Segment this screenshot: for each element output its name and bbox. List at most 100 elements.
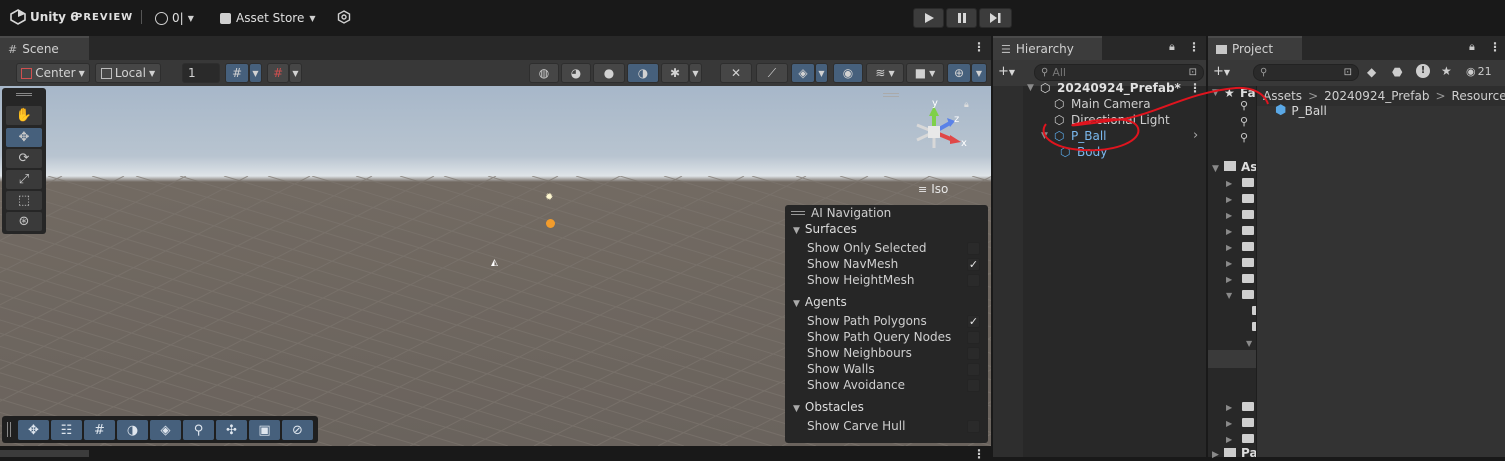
overlay-tool-button[interactable]: ◈ bbox=[150, 420, 181, 440]
drag-handle-icon[interactable] bbox=[16, 93, 32, 96]
search-options-icon[interactable]: ⊡ bbox=[1344, 67, 1352, 78]
play-button[interactable] bbox=[913, 8, 944, 28]
overlay-tool-button[interactable]: ✥ bbox=[18, 420, 49, 440]
project-search-input[interactable]: ⚲ ⊡ bbox=[1253, 64, 1359, 81]
gizmos-button[interactable]: ⊕ bbox=[947, 63, 971, 83]
toggle-lighting-button[interactable]: ⟋ bbox=[756, 63, 788, 83]
camera-gizmo-icon[interactable]: ◭ bbox=[491, 259, 501, 268]
kebab-menu-icon[interactable]: ⋮ bbox=[973, 40, 985, 54]
tab-project[interactable]: Project bbox=[1208, 36, 1302, 60]
drag-handle-icon[interactable] bbox=[7, 422, 11, 437]
layers-dropdown[interactable]: ≋ ▼ bbox=[866, 63, 904, 83]
nav-option-row[interactable]: Show NavMesh ✓ bbox=[785, 257, 987, 273]
camera-settings-dropdown[interactable]: ■ ▼ bbox=[906, 63, 944, 83]
nav-section-agents[interactable]: ▼ Agents bbox=[793, 295, 847, 309]
nav-option-row[interactable]: Show Carve Hull bbox=[785, 419, 987, 435]
nav-option-checkbox[interactable] bbox=[967, 347, 980, 360]
chevron-right-icon[interactable]: ▶ bbox=[1226, 259, 1232, 268]
grid-visibility-button[interactable]: # bbox=[225, 63, 249, 83]
light-gizmo-icon[interactable]: ✹ bbox=[545, 193, 555, 203]
chevron-right-icon[interactable]: ▶ bbox=[1226, 275, 1232, 284]
kebab-menu-icon[interactable]: ⋮ bbox=[973, 447, 985, 461]
scene-visibility-button[interactable]: ◉ bbox=[833, 63, 863, 83]
unlit-draw-mode-button[interactable]: ◑ bbox=[627, 63, 659, 83]
hand-tool-button[interactable]: ✋ bbox=[6, 106, 42, 125]
nav-option-row[interactable]: Show Only Selected bbox=[785, 241, 987, 257]
kebab-menu-icon[interactable]: ⋮ bbox=[1188, 40, 1200, 54]
ball-object[interactable] bbox=[546, 219, 555, 228]
nav-option-checkbox[interactable]: ✓ bbox=[967, 258, 980, 271]
effects-dropdown[interactable]: ▼ bbox=[815, 63, 828, 83]
chevron-right-icon[interactable]: ▶ bbox=[1226, 179, 1232, 188]
kebab-menu-icon[interactable]: ⋮ bbox=[1489, 40, 1501, 54]
nav-option-checkbox[interactable] bbox=[967, 274, 980, 287]
chevron-right-icon[interactable]: ▶ bbox=[1226, 403, 1232, 412]
favorite-star-icon[interactable]: ★ bbox=[1441, 64, 1452, 78]
overlay-tool-button[interactable]: ◑ bbox=[117, 420, 148, 440]
chevron-down-icon[interactable]: ▼ bbox=[1246, 339, 1252, 348]
projection-toggle[interactable]: ≡ Iso bbox=[918, 182, 948, 196]
grid-dropdown[interactable]: ▼ bbox=[249, 63, 262, 83]
rect-tool-button[interactable]: ⬚ bbox=[6, 191, 42, 210]
assets-folder-label[interactable]: As bbox=[1241, 160, 1257, 174]
snap-dropdown[interactable]: ▼ bbox=[289, 63, 302, 83]
scale-tool-button[interactable]: ⤢ bbox=[6, 170, 42, 189]
wireframe-shading-button[interactable]: ◍ bbox=[529, 63, 559, 83]
increment-snap-button[interactable]: # bbox=[267, 63, 289, 83]
rotate-tool-button[interactable]: ⟳ bbox=[6, 149, 42, 168]
hidden-packages-toggle[interactable]: ◉ 21 bbox=[1466, 65, 1492, 78]
step-button[interactable] bbox=[979, 8, 1012, 28]
overlay-tool-button[interactable]: ▣ bbox=[249, 420, 280, 440]
selected-folder-row[interactable] bbox=[1208, 350, 1256, 368]
overlay-tool-button[interactable]: ⚲ bbox=[183, 420, 214, 440]
nav-option-checkbox[interactable] bbox=[967, 331, 980, 344]
chevron-down-icon[interactable]: ▼ bbox=[1226, 291, 1232, 300]
pivot-space-dropdown[interactable]: Local ▼ bbox=[95, 63, 161, 83]
create-asset-button[interactable]: +▼ bbox=[1213, 64, 1230, 79]
scene-viewport[interactable]: ✋ ✥ ⟳ ⤢ ⬚ ⊛ ✹ ◭ y z x 🔒︎ ≡ Iso AI Naviga… bbox=[0, 86, 991, 446]
overlay-tool-button[interactable]: # bbox=[84, 420, 115, 440]
account-button[interactable]: 0| ▼ bbox=[155, 9, 205, 27]
nav-option-row[interactable]: Show Path Polygons ✓ bbox=[785, 314, 987, 330]
nav-option-row[interactable]: Show Avoidance bbox=[785, 378, 987, 394]
pivot-mode-dropdown[interactable]: Center ▼ bbox=[16, 63, 90, 83]
breadcrumb-item[interactable]: 20240924_Prefab bbox=[1324, 89, 1429, 103]
nav-option-row[interactable]: Show Neighbours bbox=[785, 346, 987, 362]
tab-hierarchy[interactable]: ☰ Hierarchy bbox=[993, 36, 1102, 60]
panel-splitter[interactable] bbox=[0, 446, 991, 457]
overlay-tool-button[interactable]: ✣ bbox=[216, 420, 247, 440]
nav-section-obstacles[interactable]: ▼ Obstacles bbox=[793, 400, 864, 414]
search-options-icon[interactable]: ⊡ bbox=[1189, 67, 1197, 78]
pause-button[interactable] bbox=[946, 8, 977, 28]
nav-option-checkbox[interactable] bbox=[967, 242, 980, 255]
overlay-tool-button[interactable]: ⊘ bbox=[282, 420, 313, 440]
chevron-right-icon[interactable]: ▶ bbox=[1226, 195, 1232, 204]
shaded-button[interactable]: ● bbox=[593, 63, 625, 83]
cloud-settings-icon[interactable] bbox=[337, 10, 351, 24]
overlay-tool-button[interactable]: ☷ bbox=[51, 420, 82, 440]
move-tool-button[interactable]: ✥ bbox=[6, 128, 42, 147]
search-by-log-icon[interactable]: ! bbox=[1416, 64, 1430, 78]
search-by-label-icon[interactable]: ⬣ bbox=[1392, 65, 1402, 79]
nav-option-checkbox[interactable] bbox=[967, 379, 980, 392]
create-button[interactable]: +▼ bbox=[998, 64, 1015, 79]
nav-option-row[interactable]: Show HeightMesh bbox=[785, 273, 987, 289]
gizmo-drag-handle-icon[interactable] bbox=[883, 93, 899, 97]
tab-scene[interactable]: # Scene bbox=[0, 36, 89, 60]
lock-icon[interactable]: 🔒︎ bbox=[964, 100, 969, 110]
chevron-right-icon[interactable]: ▶ bbox=[1226, 211, 1232, 220]
search-by-type-icon[interactable]: ◆ bbox=[1367, 65, 1376, 79]
chevron-right-icon[interactable]: ▶ bbox=[1226, 227, 1232, 236]
toggle-2d-button[interactable]: ✕ bbox=[720, 63, 752, 83]
drag-handle-icon[interactable] bbox=[791, 211, 805, 215]
chevron-right-icon[interactable]: ▶ bbox=[1226, 243, 1232, 252]
debug-dropdown[interactable]: ▼ bbox=[689, 63, 702, 83]
nav-option-checkbox[interactable] bbox=[967, 420, 980, 433]
toggle-effects-button[interactable]: ◈ bbox=[791, 63, 815, 83]
transform-tool-button[interactable]: ⊛ bbox=[6, 212, 42, 231]
gizmos-dropdown[interactable]: ▼ bbox=[971, 63, 987, 83]
asset-item[interactable]: ⬢ P_Ball bbox=[1275, 103, 1327, 118]
debug-draw-mode-button[interactable]: ✱ bbox=[661, 63, 689, 83]
nav-option-checkbox[interactable]: ✓ bbox=[967, 315, 980, 328]
orientation-gizmo[interactable]: y z x 🔒︎ bbox=[903, 98, 978, 170]
